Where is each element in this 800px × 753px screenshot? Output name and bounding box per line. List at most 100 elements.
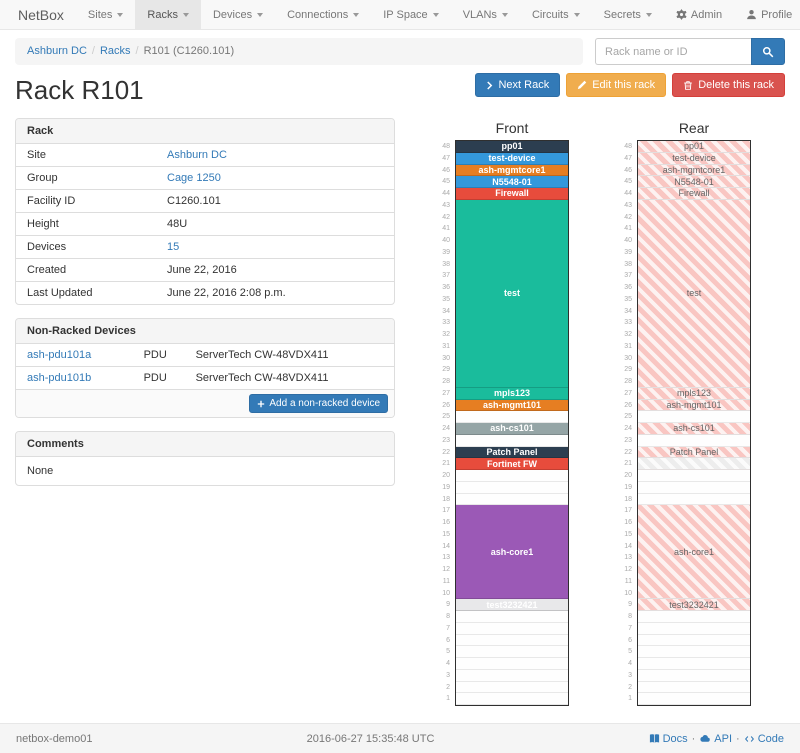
device-block-mpls123[interactable]: mpls123: [456, 388, 568, 400]
device-name-link[interactable]: ash-pdu101b: [27, 372, 91, 384]
breadcrumb-item[interactable]: Racks: [100, 45, 131, 57]
non-racked-devices-panel: Non-Racked Devices ash-pdu101aPDUServerT…: [15, 318, 395, 418]
device-block-pp01[interactable]: pp01: [456, 141, 568, 153]
rear-unit-numbers: 4847464544434241403938373635343332313029…: [618, 141, 637, 705]
unit-number: 1: [618, 693, 632, 705]
device-block-ash-core1[interactable]: ash-core1: [456, 505, 568, 599]
breadcrumb-item[interactable]: Ashburn DC: [27, 45, 87, 57]
device-block-ash-mgmtcore1[interactable]: ash-mgmtcore1: [638, 165, 750, 177]
nav-item-label: Devices: [213, 9, 252, 21]
nav-admin[interactable]: Admin: [664, 0, 734, 29]
unit-number: 12: [436, 564, 450, 576]
nav-item-connections[interactable]: Connections: [275, 0, 371, 29]
empty-unit: [456, 658, 568, 670]
attribute-value: 48U: [156, 213, 394, 236]
device-block-pp01[interactable]: pp01: [638, 141, 750, 153]
nav-item-secrets[interactable]: Secrets: [592, 0, 664, 29]
nav-item-circuits[interactable]: Circuits: [520, 0, 592, 29]
device-block-ash-mgmtcore1[interactable]: ash-mgmtcore1: [456, 165, 568, 177]
device-block-label: Firewall: [495, 188, 529, 198]
unit-number: 10: [618, 588, 632, 600]
device-block-ash-core1[interactable]: ash-core1: [638, 505, 750, 599]
caret-down-icon: [183, 13, 189, 17]
empty-unit: [456, 670, 568, 682]
footer-link-label: API: [714, 733, 732, 745]
device-block-label: ash-mgmtcore1: [663, 165, 726, 175]
rack-search-button[interactable]: [751, 38, 785, 65]
device-block-label: test-device: [672, 153, 716, 163]
device-block-test-device[interactable]: test-device: [638, 153, 750, 165]
device-block-ash-cs101[interactable]: ash-cs101: [456, 423, 568, 435]
unit-number: 35: [618, 294, 632, 306]
unit-number: 43: [618, 200, 632, 212]
nav-item-vlans[interactable]: VLANs: [451, 0, 520, 29]
cloud-icon: [699, 733, 711, 744]
unit-number: 11: [618, 576, 632, 588]
brand-netbox[interactable]: NetBox: [12, 0, 76, 29]
nav-item-label: IP Space: [383, 9, 427, 21]
unit-number: 33: [618, 317, 632, 329]
nav-profile[interactable]: Profile: [734, 0, 800, 29]
device-block-ash-mgmt101[interactable]: ash-mgmt101: [638, 400, 750, 412]
device-block-label: ash-cs101: [490, 423, 534, 433]
empty-unit: [638, 646, 750, 658]
footer-timestamp: 2016-06-27 15:35:48 UTC: [92, 733, 648, 745]
non-racked-device-row: ash-pdu101aPDUServerTech CW-48VDX411: [16, 344, 394, 367]
attribute-value-link[interactable]: 15: [167, 241, 179, 253]
device-block-test3232421[interactable]: test3232421: [456, 599, 568, 611]
footer-link-label: Docs: [663, 733, 688, 745]
device-block-test[interactable]: test: [456, 200, 568, 388]
add-non-racked-device-button[interactable]: Add a non-racked device: [249, 394, 388, 413]
device-block-n5548-01[interactable]: N5548-01: [638, 176, 750, 188]
device-block-test[interactable]: test: [638, 200, 750, 388]
attribute-value-link[interactable]: Ashburn DC: [167, 149, 227, 161]
unit-number: 41: [618, 223, 632, 235]
device-block-firewall[interactable]: Firewall: [638, 188, 750, 200]
device-block-fortinet-fw[interactable]: Fortinet FW: [456, 458, 568, 470]
footer-link-code[interactable]: Code: [744, 733, 784, 745]
device-block-ash-mgmt101[interactable]: ash-mgmt101: [456, 400, 568, 412]
device-block-patch-panel[interactable]: Patch Panel: [456, 447, 568, 459]
unit-number: 24: [436, 423, 450, 435]
chevron-right-icon: [486, 81, 493, 90]
device-block-label: Fortinet FW: [487, 459, 537, 469]
device-block-ash-cs101[interactable]: ash-cs101: [638, 423, 750, 435]
device-block-patch-panel[interactable]: Patch Panel: [638, 447, 750, 459]
device-block-test-device[interactable]: test-device: [456, 153, 568, 165]
nav-item-ip-space[interactable]: IP Space: [371, 0, 450, 29]
device-block-firewall[interactable]: Firewall: [456, 188, 568, 200]
next-rack-button[interactable]: Next Rack: [475, 73, 560, 97]
nav-item-label: Racks: [147, 9, 178, 21]
attribute-value-link[interactable]: Cage 1250: [167, 172, 221, 184]
rack-elevations: Front 4847464544434241403938373635343332…: [395, 118, 785, 706]
unit-number: 12: [618, 564, 632, 576]
device-name-link[interactable]: ash-pdu101a: [27, 349, 91, 361]
device-block-mpls123[interactable]: mpls123: [638, 388, 750, 400]
edit-this-rack-button[interactable]: Edit this rack: [566, 73, 666, 97]
empty-unit: [456, 470, 568, 482]
unit-number: 29: [618, 364, 632, 376]
non-racked-panel-footer: Add a non-racked device: [16, 389, 394, 417]
rack-search-input[interactable]: [595, 38, 751, 65]
search-icon: [762, 46, 774, 58]
nav-item-label: Connections: [287, 9, 348, 21]
nav-item-devices[interactable]: Devices: [201, 0, 275, 29]
device-block-n5548-01[interactable]: N5548-01: [456, 176, 568, 188]
nav-item-label: Sites: [88, 9, 112, 21]
nav-item-sites[interactable]: Sites: [76, 0, 135, 29]
device-block-fortinet-fw[interactable]: [638, 458, 750, 470]
rack-details-column: Rack SiteAshburn DCGroupCage 1250Facilit…: [15, 118, 395, 706]
device-block-label: test3232421: [669, 600, 719, 610]
device-block-label: ash-mgmtcore1: [478, 165, 545, 175]
unit-number: 4: [436, 658, 450, 670]
footer-link-docs[interactable]: Docs: [649, 733, 688, 745]
device-block-test3232421[interactable]: test3232421: [638, 599, 750, 611]
delete-this-rack-button[interactable]: Delete this rack: [672, 73, 785, 97]
unit-number: 27: [618, 388, 632, 400]
comments-panel-title: Comments: [16, 432, 394, 457]
unit-number: 5: [436, 646, 450, 658]
footer-link-api[interactable]: API: [699, 733, 732, 745]
unit-number: 40: [618, 235, 632, 247]
nav-item-racks[interactable]: Racks: [135, 0, 201, 29]
attribute-label: Group: [16, 167, 156, 190]
